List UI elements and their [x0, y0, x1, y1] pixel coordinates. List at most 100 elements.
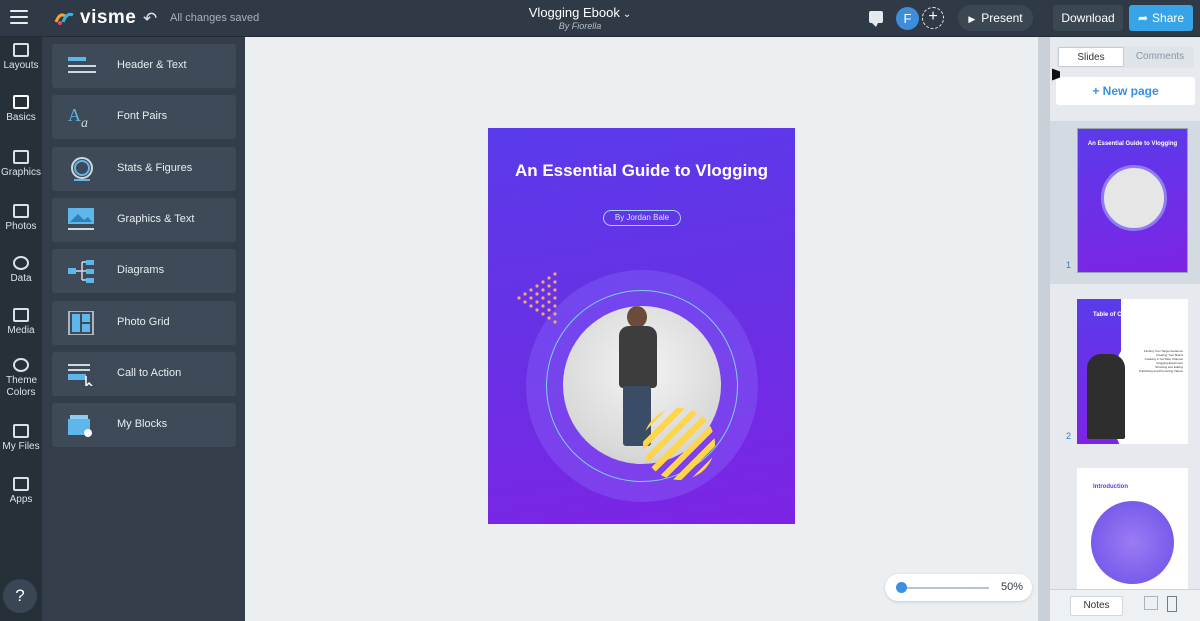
panel-divider[interactable] — [1038, 37, 1050, 621]
rail-item-label: Theme Colors — [6, 375, 38, 398]
logo[interactable]: visme — [54, 7, 136, 29]
layouts-icon — [13, 43, 29, 57]
comment-icon[interactable] — [869, 11, 883, 27]
grid-view-icon[interactable] — [1144, 596, 1158, 610]
present-button[interactable]: ▶ Present — [958, 5, 1033, 31]
document-author: By Fiorella — [558, 21, 602, 31]
zoom-slider-handle[interactable] — [896, 582, 907, 593]
present-label: Present — [981, 11, 1023, 25]
palette-icon — [13, 358, 29, 372]
rail-item-layouts[interactable]: Layouts — [0, 43, 42, 72]
slides-panel: Slides Comments + New page An Essential … — [1050, 37, 1200, 621]
person-head-shape — [627, 306, 647, 328]
undo-icon[interactable]: ↶ — [143, 9, 157, 29]
document-title[interactable]: Vlogging Ebook ⌄ By Fiorella — [500, 5, 660, 31]
save-status: All changes saved — [170, 12, 260, 24]
block-header-text[interactable]: Header & Text — [52, 44, 236, 88]
chevron-down-icon: ⌄ — [622, 9, 632, 20]
rail-item-photos[interactable]: Photos — [0, 204, 42, 233]
diagram-icon — [68, 260, 94, 283]
pie-chart-icon — [13, 256, 29, 270]
slide-thumb-1[interactable]: An Essential Guide to Vlogging 1 — [1050, 121, 1200, 284]
rail-item-label: Layouts — [3, 60, 39, 71]
call-to-action-icon — [68, 364, 93, 386]
slide-thumb-image[interactable]: An Essential Guide to Vlogging — [1077, 128, 1188, 273]
add-collaborator-icon[interactable]: + — [922, 7, 944, 29]
share-label: Share — [1152, 11, 1185, 25]
notes-button[interactable]: Notes — [1070, 596, 1123, 616]
image-text-icon — [68, 208, 94, 230]
font-pairs-icon: Aa — [68, 105, 88, 129]
block-label: Photo Grid — [117, 316, 170, 328]
document-title-text: Vlogging Ebook — [528, 5, 620, 20]
block-label: Graphics & Text — [117, 213, 195, 225]
basics-icon — [13, 95, 29, 109]
menu-icon[interactable] — [10, 10, 28, 24]
svg-text:a: a — [81, 116, 88, 129]
slides-tabs: Slides Comments — [1057, 46, 1194, 68]
tab-slides[interactable]: Slides — [1058, 47, 1124, 67]
tab-comments[interactable]: Comments — [1127, 47, 1193, 67]
rail-item-data[interactable]: Data — [0, 256, 42, 285]
rail-item-media[interactable]: Media — [0, 308, 42, 337]
svg-text:A: A — [68, 105, 81, 125]
zoom-slider-track[interactable] — [899, 587, 989, 589]
dots-triangle-decoration[interactable] — [515, 268, 575, 328]
block-stats-figures[interactable]: Stats & Figures — [52, 147, 236, 191]
block-label: Font Pairs — [117, 110, 168, 122]
new-page-button[interactable]: + New page — [1056, 77, 1195, 105]
slide-thumb-2[interactable]: Table of Contents Finding Your Target Au… — [1050, 292, 1200, 455]
thumb-title: An Essential Guide to Vlogging — [1087, 141, 1178, 147]
help-button[interactable]: ? — [3, 579, 37, 613]
block-label: Header & Text — [117, 59, 187, 71]
rail-item-label: Data — [10, 273, 32, 284]
canvas[interactable]: An Essential Guide to Vlogging By Jordan… — [245, 37, 1038, 621]
block-diagrams[interactable]: Diagrams — [52, 249, 236, 293]
block-label: My Blocks — [117, 418, 168, 430]
cover-page[interactable]: An Essential Guide to Vlogging By Jordan… — [488, 128, 795, 524]
rail-item-my-files[interactable]: My Files — [0, 424, 42, 453]
photos-icon — [13, 204, 29, 218]
thumb-photo-circle — [1101, 165, 1167, 231]
top-bar: visme ↶ All changes saved Vlogging Ebook… — [0, 0, 1200, 37]
media-icon — [13, 308, 29, 322]
slide-thumb-image[interactable]: Table of Contents Finding Your Target Au… — [1077, 299, 1188, 444]
notes-label: Notes — [1083, 600, 1110, 611]
striped-circle-decoration[interactable] — [643, 408, 715, 480]
cover-title[interactable]: An Essential Guide to Vlogging — [488, 161, 795, 180]
slide-number: 2 — [1066, 431, 1072, 441]
visme-logo-icon — [54, 12, 74, 25]
zoom-level: 50% — [1001, 581, 1024, 593]
photo-grid-icon — [68, 311, 94, 335]
share-icon: ➦ — [1137, 11, 1149, 25]
share-button[interactable]: ➦ Share — [1129, 5, 1193, 31]
thumb-toc-list: Finding Your Target Audience Creating Yo… — [1138, 349, 1183, 373]
rail-item-basics[interactable]: Basics — [0, 95, 42, 124]
header-text-icon — [68, 57, 96, 73]
play-icon: ▶ — [968, 14, 976, 24]
blocks-panel: Header & Text Aa Font Pairs Stats & Figu… — [42, 37, 245, 621]
graphics-icon — [13, 150, 29, 164]
thumb-purple-circle — [1091, 501, 1174, 584]
rail-item-apps[interactable]: Apps — [0, 477, 42, 506]
list-view-icon[interactable] — [1167, 596, 1177, 612]
avatar[interactable]: F — [896, 7, 919, 30]
slides-panel-footer: Notes — [1050, 589, 1200, 621]
zoom-control[interactable]: 50% — [885, 574, 1032, 601]
download-button[interactable]: Download — [1053, 5, 1123, 31]
block-call-to-action[interactable]: Call to Action — [52, 352, 236, 396]
rail-item-graphics[interactable]: Graphics — [0, 150, 42, 179]
block-graphics-text[interactable]: Graphics & Text — [52, 198, 236, 242]
rail-item-theme-colors[interactable]: Theme Colors — [0, 358, 42, 399]
rail-item-label: Graphics — [0, 167, 41, 178]
my-blocks-icon — [68, 415, 92, 437]
slide-number: 1 — [1066, 260, 1072, 270]
folder-icon — [13, 424, 29, 438]
thumb-title: Table of Contents — [1093, 312, 1144, 318]
person-jacket-shape — [619, 326, 657, 388]
cover-author-tag[interactable]: By Jordan Bale — [603, 210, 681, 226]
rail-item-label: My Files — [2, 441, 40, 452]
block-font-pairs[interactable]: Aa Font Pairs — [52, 95, 236, 139]
block-my-blocks[interactable]: My Blocks — [52, 403, 236, 447]
block-photo-grid[interactable]: Photo Grid — [52, 301, 236, 345]
